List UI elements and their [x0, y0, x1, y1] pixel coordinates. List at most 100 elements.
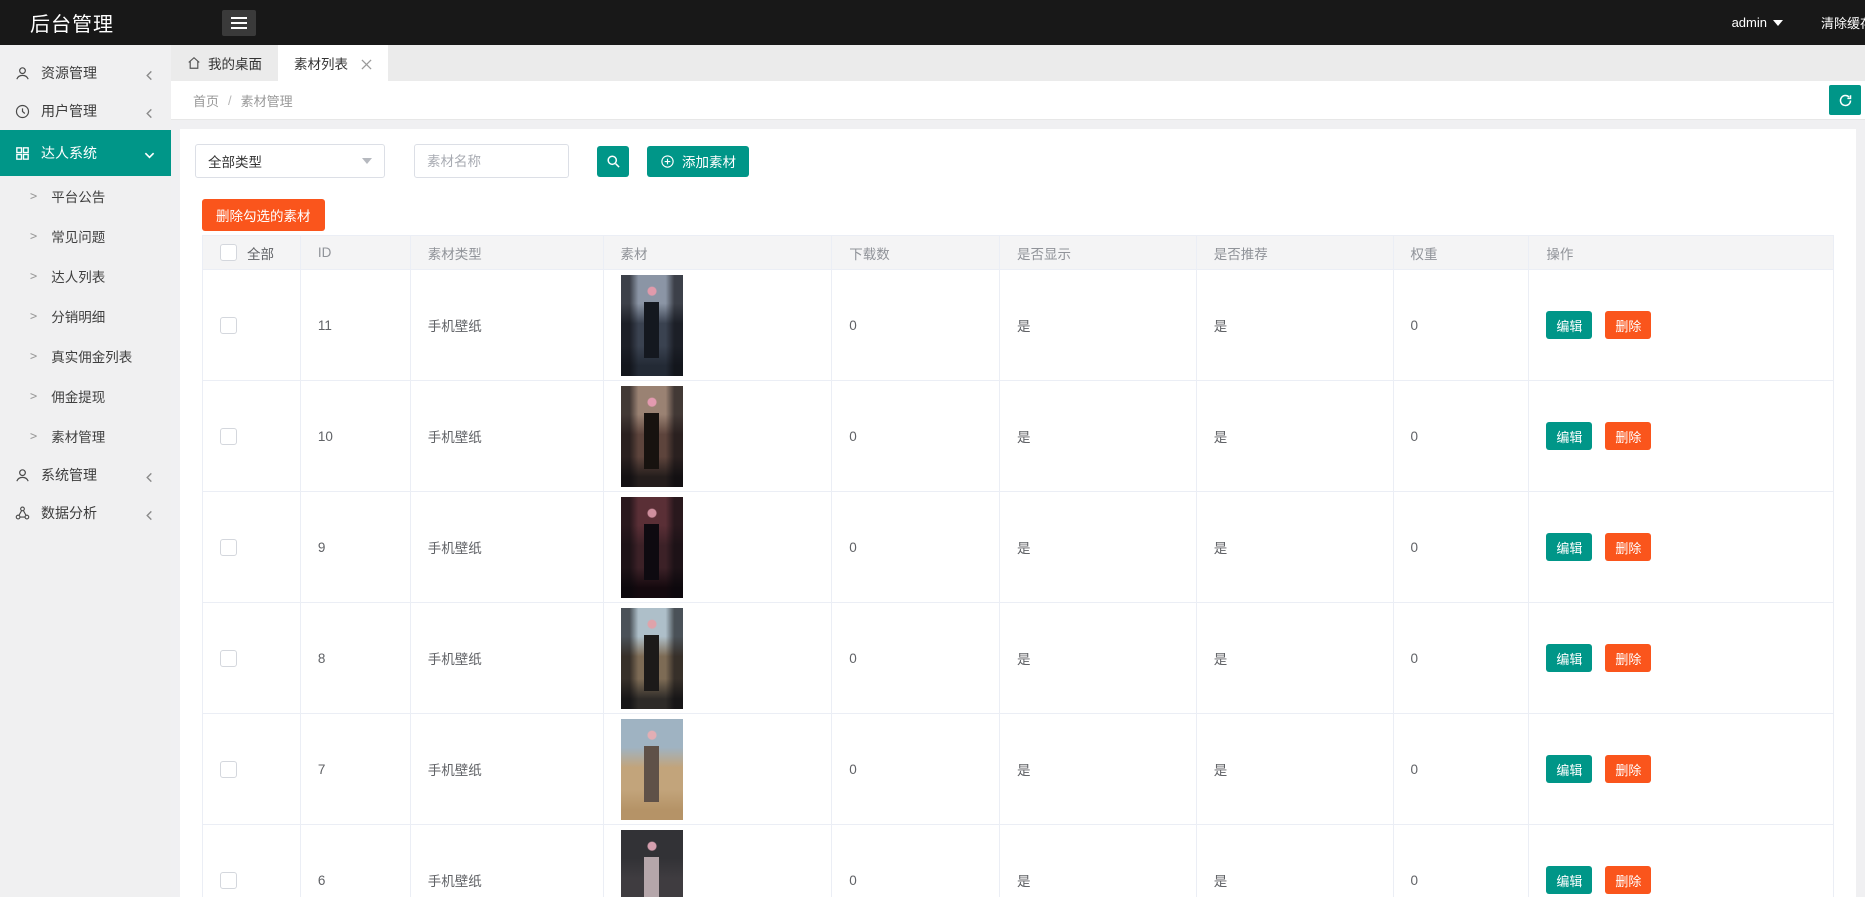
table-header-cell: 权重	[1394, 236, 1530, 269]
chevron-right-icon: >	[30, 229, 37, 243]
select-value: 全部类型	[208, 151, 362, 171]
breadcrumb-current: 素材管理	[241, 91, 293, 110]
cell-visible: 是	[1000, 492, 1197, 602]
row-checkbox[interactable]	[220, 761, 237, 778]
refresh-button[interactable]	[1829, 85, 1861, 115]
row-checkbox[interactable]	[220, 650, 237, 667]
table-header-cell: 是否显示	[1000, 236, 1197, 269]
cell-id: 9	[301, 492, 411, 602]
delete-button[interactable]: 删除	[1605, 866, 1651, 894]
clock-icon	[14, 103, 31, 120]
bulk-delete-button[interactable]: 删除勾选的素材	[202, 199, 325, 231]
sidebar-subitem[interactable]: >达人列表	[0, 256, 171, 296]
close-icon[interactable]	[361, 58, 372, 69]
table-header-row: 全部ID素材类型素材下载数是否显示是否推荐权重操作	[203, 236, 1833, 270]
sidebar-toggle-button[interactable]	[222, 10, 256, 36]
sidebar-subitem[interactable]: >常见问题	[0, 216, 171, 256]
sidebar-subitem-label: 真实佣金列表	[51, 346, 132, 366]
edit-button[interactable]: 编辑	[1546, 311, 1592, 339]
tab-material-list[interactable]: 素材列表	[278, 45, 388, 81]
user-icon	[14, 467, 31, 484]
edit-button[interactable]: 编辑	[1546, 644, 1592, 672]
cell-weight: 0	[1394, 381, 1530, 491]
home-icon	[187, 56, 201, 70]
sidebar-subitem[interactable]: >素材管理	[0, 416, 171, 456]
sidebar-item-0[interactable]: 资源管理	[0, 54, 171, 92]
sidebar-item-label: 用户管理	[41, 101, 144, 121]
row-checkbox[interactable]	[220, 317, 237, 334]
delete-button[interactable]: 删除	[1605, 533, 1651, 561]
admin-dropdown[interactable]: admin	[1732, 15, 1783, 30]
search-button[interactable]	[597, 146, 629, 177]
cell-actions: 编辑删除	[1529, 492, 1833, 602]
sidebar-item-label: 数据分析	[41, 503, 144, 523]
material-thumbnail[interactable]	[621, 386, 683, 487]
material-thumbnail[interactable]	[621, 497, 683, 598]
row-checkbox[interactable]	[220, 539, 237, 556]
sidebar-subitem-label: 佣金提现	[51, 386, 105, 406]
sidebar-item-4[interactable]: 数据分析	[0, 494, 171, 532]
row-checkbox[interactable]	[220, 872, 237, 889]
sidebar-subitem[interactable]: >佣金提现	[0, 376, 171, 416]
material-thumbnail[interactable]	[621, 830, 683, 897]
table-header-cell: 素材类型	[411, 236, 604, 269]
edit-button[interactable]: 编辑	[1546, 422, 1592, 450]
cell-recommended: 是	[1197, 381, 1394, 491]
table-cell	[203, 714, 301, 824]
sidebar-item-label: 达人系统	[41, 143, 144, 163]
user-icon	[14, 65, 31, 82]
sidebar-item-label: 系统管理	[41, 465, 144, 485]
cell-material-type: 手机壁纸	[411, 825, 604, 897]
tab-my-desktop[interactable]: 我的桌面	[171, 45, 278, 81]
grid-icon	[14, 145, 31, 162]
chevron-right-icon: >	[30, 269, 37, 283]
chevron-down-icon	[144, 148, 155, 159]
cell-id: 8	[301, 603, 411, 713]
row-checkbox[interactable]	[220, 428, 237, 445]
sidebar-subitem[interactable]: >平台公告	[0, 176, 171, 216]
chevron-down-icon	[1773, 20, 1783, 26]
cell-downloads: 0	[832, 603, 1000, 713]
cell-weight: 0	[1394, 603, 1530, 713]
cell-id: 10	[301, 381, 411, 491]
sidebar-subitem[interactable]: > 真实佣金列表	[0, 336, 171, 376]
cell-material-type: 手机壁纸	[411, 603, 604, 713]
material-thumbnail[interactable]	[621, 719, 683, 820]
breadcrumb-home[interactable]: 首页	[193, 91, 219, 110]
sidebar-item-3[interactable]: 系统管理	[0, 456, 171, 494]
edit-button[interactable]: 编辑	[1546, 533, 1592, 561]
edit-button[interactable]: 编辑	[1546, 866, 1592, 894]
chevron-down-icon	[362, 158, 372, 164]
cell-visible: 是	[1000, 603, 1197, 713]
clear-cache-button[interactable]: 清除缓存	[1821, 13, 1865, 32]
cell-recommended: 是	[1197, 270, 1394, 380]
main-area: 我的桌面 素材列表 首页 / 素材管理	[171, 45, 1865, 897]
cell-material	[604, 381, 833, 491]
delete-button[interactable]: 删除	[1605, 422, 1651, 450]
cell-visible: 是	[1000, 825, 1197, 897]
delete-button[interactable]: 删除	[1605, 644, 1651, 672]
material-thumbnail[interactable]	[621, 275, 683, 376]
cell-actions: 编辑删除	[1529, 270, 1833, 380]
select-all-checkbox[interactable]	[220, 244, 237, 261]
delete-button[interactable]: 删除	[1605, 311, 1651, 339]
add-material-button[interactable]: 添加素材	[647, 146, 749, 177]
cell-recommended: 是	[1197, 714, 1394, 824]
cell-material	[604, 492, 833, 602]
material-type-select[interactable]: 全部类型	[195, 144, 385, 178]
material-name-input[interactable]	[414, 144, 569, 178]
cell-recommended: 是	[1197, 603, 1394, 713]
sidebar-subitem[interactable]: >分销明细	[0, 296, 171, 336]
edit-button[interactable]: 编辑	[1546, 755, 1592, 783]
table-row: 9手机壁纸0是是0编辑删除	[203, 492, 1833, 603]
material-thumbnail[interactable]	[621, 608, 683, 709]
sidebar-item-2[interactable]: 达人系统	[0, 130, 171, 176]
delete-button[interactable]: 删除	[1605, 755, 1651, 783]
table-header-cell: ID	[301, 236, 411, 269]
table-cell	[203, 825, 301, 897]
table-header-cell: 下载数	[832, 236, 1000, 269]
sidebar-item-label: 资源管理	[41, 63, 144, 83]
chevron-right-icon: >	[30, 349, 37, 363]
table-row: 8手机壁纸0是是0编辑删除	[203, 603, 1833, 714]
sidebar-item-1[interactable]: 用户管理	[0, 92, 171, 130]
